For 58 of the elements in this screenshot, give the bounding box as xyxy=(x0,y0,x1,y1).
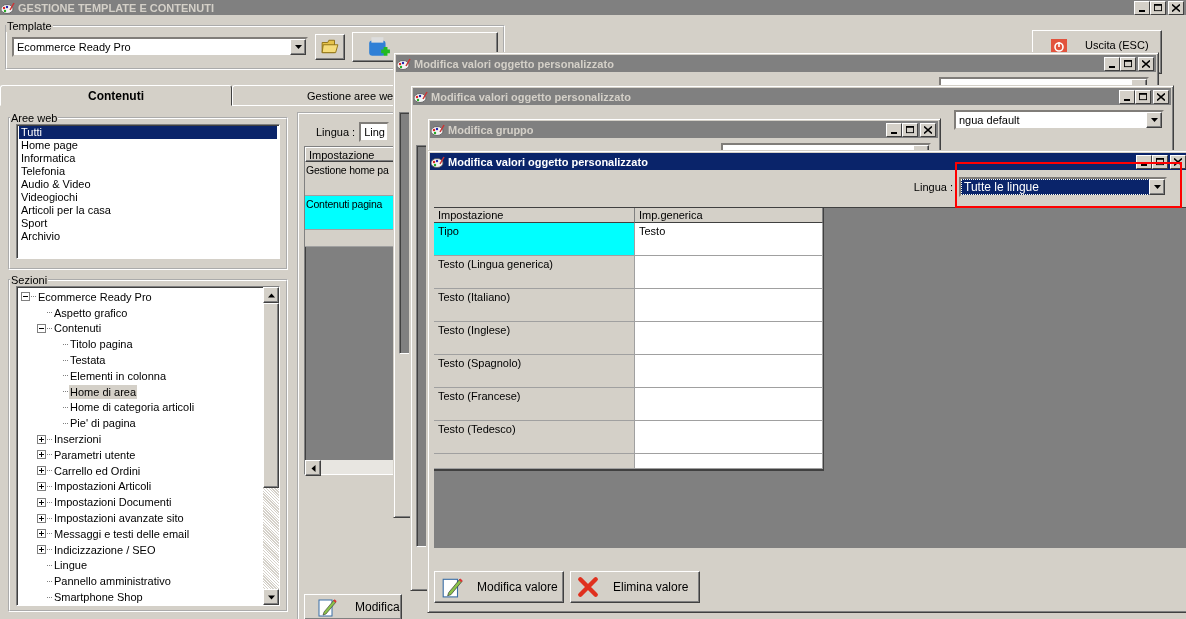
table-cell: Testo xyxy=(635,223,823,256)
column-header: Imp.generica xyxy=(635,208,823,223)
tree-item[interactable]: Impostazioni Articoli xyxy=(53,479,153,494)
list-item[interactable]: Tutti xyxy=(19,126,277,139)
tree-item[interactable]: Ecommerce Ready Pro xyxy=(37,289,153,304)
table-cell: Testo (Lingua generica) xyxy=(434,256,635,289)
tree-item[interactable]: Carrello ed Ordini xyxy=(53,463,142,478)
column-header: Impostazione xyxy=(434,208,635,223)
window-title: Modifica valori oggetto personalizzato xyxy=(448,155,648,168)
tree-item[interactable]: Messaggi e testi delle email xyxy=(53,526,191,541)
tree-item[interactable]: Indicizzazione / SEO xyxy=(53,542,157,557)
list-item[interactable]: Articoli per la casa xyxy=(19,204,277,217)
list-item[interactable]: Home page xyxy=(19,139,277,152)
tree-item[interactable]: Lingue xyxy=(53,558,89,573)
tree-item[interactable]: Impostazioni avanzate sito xyxy=(53,511,185,526)
edit-button[interactable]: Modifica xyxy=(304,594,402,619)
language-dropdown[interactable]: ngua default xyxy=(954,110,1164,130)
list-item[interactable]: Sport xyxy=(19,217,277,230)
window-title: Modifica valori oggetto personalizzato xyxy=(414,57,614,70)
table-cell: Tipo xyxy=(434,223,635,256)
tree-item[interactable]: Home di categoria articoli xyxy=(69,400,196,415)
window-title: GESTIONE TEMPLATE E CONTENUTI xyxy=(18,1,214,14)
delete-button[interactable]: Elimina valore xyxy=(570,571,700,603)
language-dropdown[interactable]: Ling xyxy=(359,122,390,142)
language-dropdown[interactable]: Tutte le lingue xyxy=(959,177,1167,197)
list-item[interactable]: Informatica xyxy=(19,152,277,165)
edit-button[interactable]: Modifica valore xyxy=(434,571,564,603)
window-title: Modifica valori oggetto personalizzato xyxy=(431,90,631,103)
table-cell: Testo (Inglese) xyxy=(434,322,635,355)
table-cell: Testo (Francese) xyxy=(434,388,635,421)
template-dropdown[interactable]: Ecommerce Ready Pro xyxy=(12,37,308,57)
aree-web-list[interactable]: Tutti Home page Informatica Telefonia Audio & Video Videogiochi Articoli per la casa Sport Archivio xyxy=(16,124,280,259)
table-cell: Testo (Spagnolo) xyxy=(434,355,635,388)
tree-item[interactable]: Contenuti xyxy=(53,321,103,336)
tree-item[interactable]: Inserzioni xyxy=(53,432,103,447)
window-title: Modifica gruppo xyxy=(448,123,534,136)
list-item[interactable]: Archivio xyxy=(19,230,277,243)
tree-item[interactable]: Impostazioni Documenti xyxy=(53,495,173,510)
tree-item[interactable]: Pie' di pagina xyxy=(69,416,137,431)
tab[interactable]: Contenuti xyxy=(0,85,232,106)
tree-item[interactable]: Testata xyxy=(69,353,107,368)
tree-item[interactable]: Parametri utente xyxy=(53,447,137,462)
tree-item[interactable]: Home di area xyxy=(69,384,138,399)
tree-item[interactable]: Elementi in colonna xyxy=(69,368,167,383)
group-label: Template xyxy=(6,20,53,32)
table-cell: Testo (Italiano) xyxy=(434,289,635,322)
group-label: Aree web xyxy=(10,112,59,124)
list-item[interactable]: Audio & Video xyxy=(19,178,277,191)
language-label: Lingua : xyxy=(316,126,356,138)
tree-item[interactable]: Pannello amministrativo xyxy=(53,574,172,589)
table-cell: Testo (Tedesco) xyxy=(434,421,635,454)
list-item[interactable]: Videogiochi xyxy=(19,191,277,204)
list-item[interactable]: Telefonia xyxy=(19,165,277,178)
language-label: Lingua : xyxy=(913,181,953,193)
tree-item[interactable]: Titolo pagina xyxy=(69,337,134,352)
tree-item[interactable]: Smartphone Shop xyxy=(53,590,144,605)
group-label: Sezioni xyxy=(10,274,49,286)
tree-item[interactable]: Aspetto grafico xyxy=(53,305,129,320)
